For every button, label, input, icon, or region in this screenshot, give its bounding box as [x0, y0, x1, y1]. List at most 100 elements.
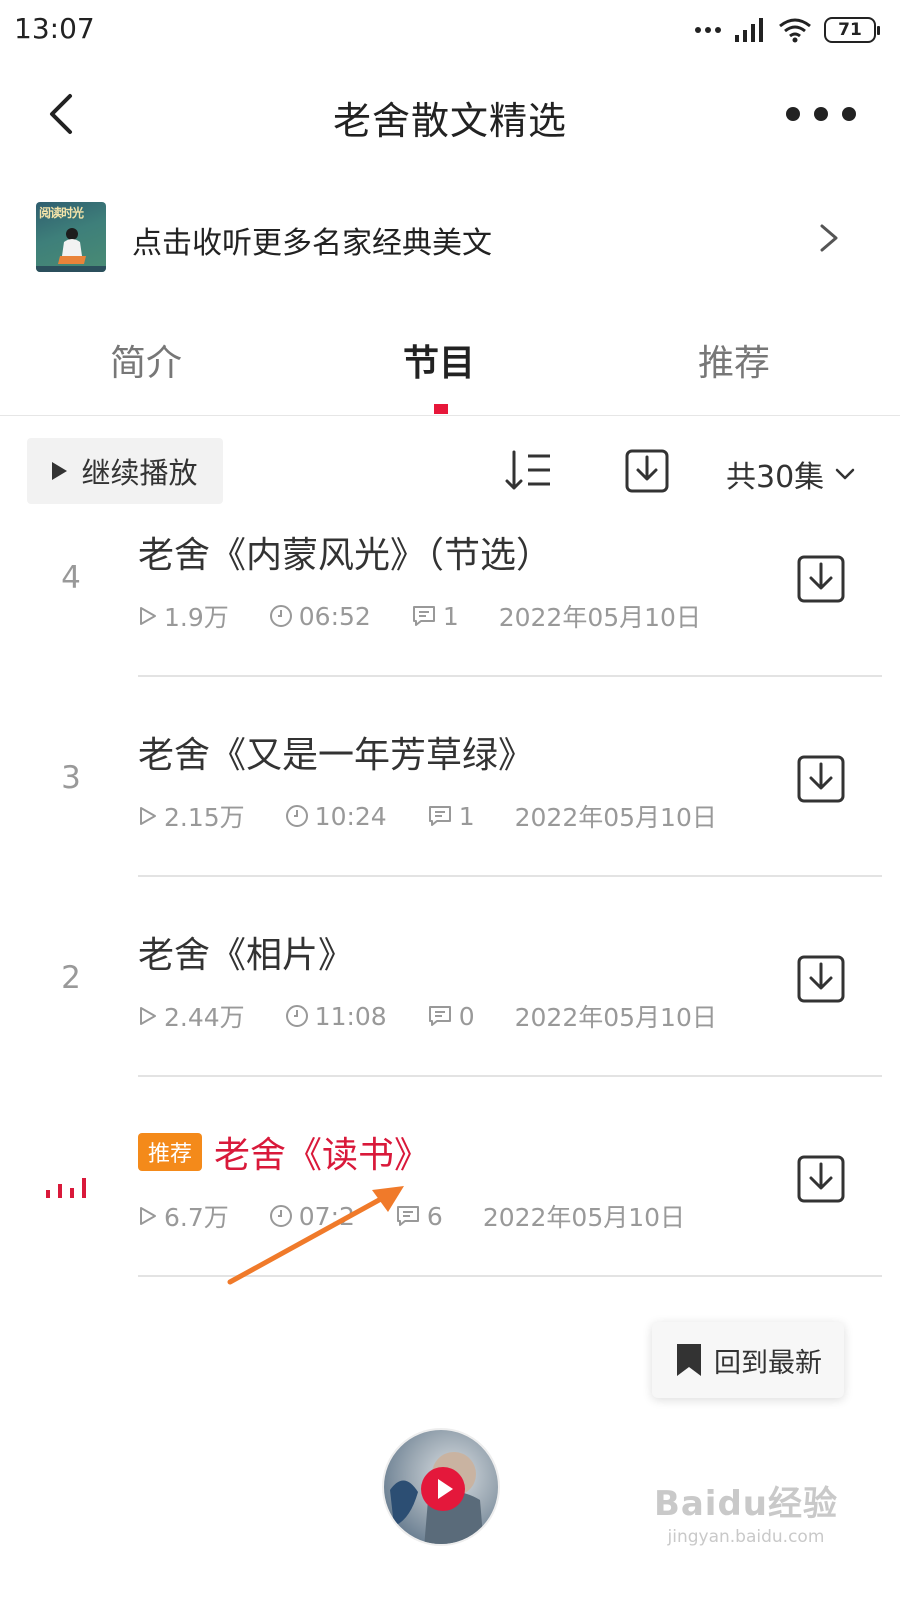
episode-download-button[interactable] — [796, 1154, 846, 1204]
chevron-right-icon — [820, 224, 838, 252]
play-count-value: 1.9万 — [164, 603, 229, 632]
comment-count-value: 1 — [442, 601, 459, 631]
status-bar: 13:07 71 — [0, 0, 900, 62]
watermark-logo: Baidu经验 — [653, 1484, 838, 1524]
comment-icon — [412, 606, 435, 626]
episode-count-label: 共30集 — [726, 460, 825, 495]
episode-title: 老舍《相片》 — [138, 935, 355, 976]
duration: 10:24 — [285, 802, 387, 831]
episode-number: 4 — [61, 560, 81, 596]
episode-row[interactable]: 2 老舍《相片》 2.44万 11:08 0 2022年05月10日 — [0, 910, 900, 1110]
promo-banner[interactable]: 阅读时光 点击收听更多名家经典美文 — [0, 196, 900, 282]
page-title: 老舍散文精选 — [332, 99, 567, 143]
episode-meta: 2.15万 10:24 1 2022年05月10日 — [138, 798, 757, 834]
status-time: 13:07 — [14, 12, 95, 45]
play-count: 1.9万 — [138, 598, 229, 634]
episode-date: 2022年05月10日 — [514, 803, 717, 832]
episode-row-playing[interactable]: 推荐 老舍《读书》 6.7万 07:2 6 2022年05月10日 — [0, 1110, 900, 1310]
battery-icon: 71 — [824, 17, 880, 43]
episode-date: 2022年05月10日 — [482, 1203, 686, 1232]
tab-programs[interactable]: 节目 — [403, 334, 475, 386]
episode-title-row: 推荐 老舍《读书》 — [138, 1126, 430, 1178]
episode-title: 老舍《内蒙风光》（节选） — [138, 535, 553, 576]
episode-meta: 1.9万 06:52 1 2022年05月10日 — [138, 598, 741, 634]
duration: 06:52 — [269, 602, 371, 631]
back-to-latest-button[interactable]: 回到最新 — [652, 1322, 844, 1398]
recommend-badge: 推荐 — [138, 1133, 203, 1171]
episode-title-row: 老舍《又是一年芳草绿》 — [138, 726, 534, 778]
download-icon — [797, 955, 845, 1003]
banner-text: 点击收听更多名家经典美文 — [132, 226, 492, 261]
episode-number: 2 — [61, 960, 81, 996]
row-divider — [138, 675, 882, 677]
mini-player-play-icon — [421, 1467, 465, 1511]
comment-count: 0 — [427, 1002, 475, 1031]
episode-title: 老舍《又是一年芳草绿》 — [138, 735, 535, 776]
status-icons: 71 — [694, 14, 880, 46]
row-divider — [138, 875, 882, 877]
play-count-icon — [140, 807, 156, 825]
episode-count-dropdown[interactable]: 共30集 — [726, 452, 856, 496]
play-count-value: 2.15万 — [164, 803, 245, 832]
now-playing-icon — [46, 1176, 92, 1198]
download-icon — [797, 755, 845, 803]
play-icon — [52, 462, 68, 480]
sort-button[interactable] — [504, 448, 554, 494]
comment-icon — [428, 1006, 451, 1026]
episode-title: 老舍《读书》 — [214, 1135, 431, 1176]
episode-row[interactable]: 3 老舍《又是一年芳草绿》 2.15万 10:24 1 2022年05月10日 — [0, 710, 900, 910]
back-to-latest-label: 回到最新 — [714, 1347, 822, 1379]
episode-download-button[interactable] — [796, 954, 846, 1004]
duration-value: 10:24 — [314, 801, 387, 831]
play-count: 2.15万 — [138, 798, 245, 834]
comment-count: 1 — [411, 602, 459, 631]
comment-count-value: 1 — [458, 801, 475, 831]
episode-download-button[interactable] — [796, 554, 846, 604]
reading-girl-illustration — [36, 228, 106, 272]
play-count: 6.7万 — [138, 1198, 229, 1234]
active-tab-indicator — [434, 404, 448, 414]
comment-count-value: 6 — [426, 1201, 443, 1231]
play-count-icon — [140, 607, 156, 625]
download-icon — [797, 555, 845, 603]
play-count-value: 2.44万 — [164, 1003, 245, 1032]
header: 老舍散文精选 — [0, 62, 900, 166]
dots-icon — [695, 27, 721, 33]
tab-intro[interactable]: 简介 — [110, 334, 182, 386]
episode-date: 2022年05月10日 — [498, 603, 701, 632]
duration-value: 11:08 — [314, 1001, 387, 1031]
watermark-url: jingyan.baidu.com — [667, 1527, 825, 1547]
more-button[interactable] — [786, 94, 856, 134]
continue-play-button[interactable]: 继续播放 — [27, 438, 223, 504]
battery-level: 71 — [838, 20, 862, 40]
row-divider — [138, 1075, 882, 1077]
continue-play-label: 继续播放 — [81, 456, 198, 490]
clock-icon — [285, 805, 308, 827]
episode-title-row: 老舍《内蒙风光》（节选） — [138, 526, 552, 578]
duration: 11:08 — [285, 1002, 387, 1031]
sort-icon — [505, 450, 550, 490]
duration-value: 06:52 — [298, 601, 371, 631]
play-count-icon — [140, 1007, 156, 1025]
download-icon — [625, 449, 669, 493]
episode-download-button[interactable] — [796, 754, 846, 804]
comment-icon — [428, 806, 451, 826]
tab-recommend[interactable]: 推荐 — [698, 334, 770, 386]
episode-number: 3 — [61, 760, 81, 796]
play-count-value: 6.7万 — [164, 1203, 229, 1232]
list-toolbar: 继续播放 共30集 — [0, 438, 900, 508]
download-all-button[interactable] — [624, 448, 670, 494]
banner-arrow — [814, 218, 844, 258]
episode-row[interactable]: 4 老舍《内蒙风光》（节选） 1.9万 06:52 1 2022年05月10日 — [0, 510, 900, 710]
comment-count: 1 — [427, 802, 475, 831]
clock-icon — [269, 605, 292, 627]
tab-bar: 简介 节目 推荐 — [0, 316, 900, 416]
chevron-down-icon — [835, 468, 855, 480]
mini-player[interactable] — [382, 1428, 500, 1546]
play-count: 2.44万 — [138, 998, 245, 1034]
annotation-arrow — [227, 1186, 404, 1285]
wifi-icon — [779, 18, 811, 43]
episode-date: 2022年05月10日 — [514, 1003, 717, 1032]
more-icon — [786, 107, 800, 121]
comment-count-value: 0 — [458, 1001, 475, 1031]
